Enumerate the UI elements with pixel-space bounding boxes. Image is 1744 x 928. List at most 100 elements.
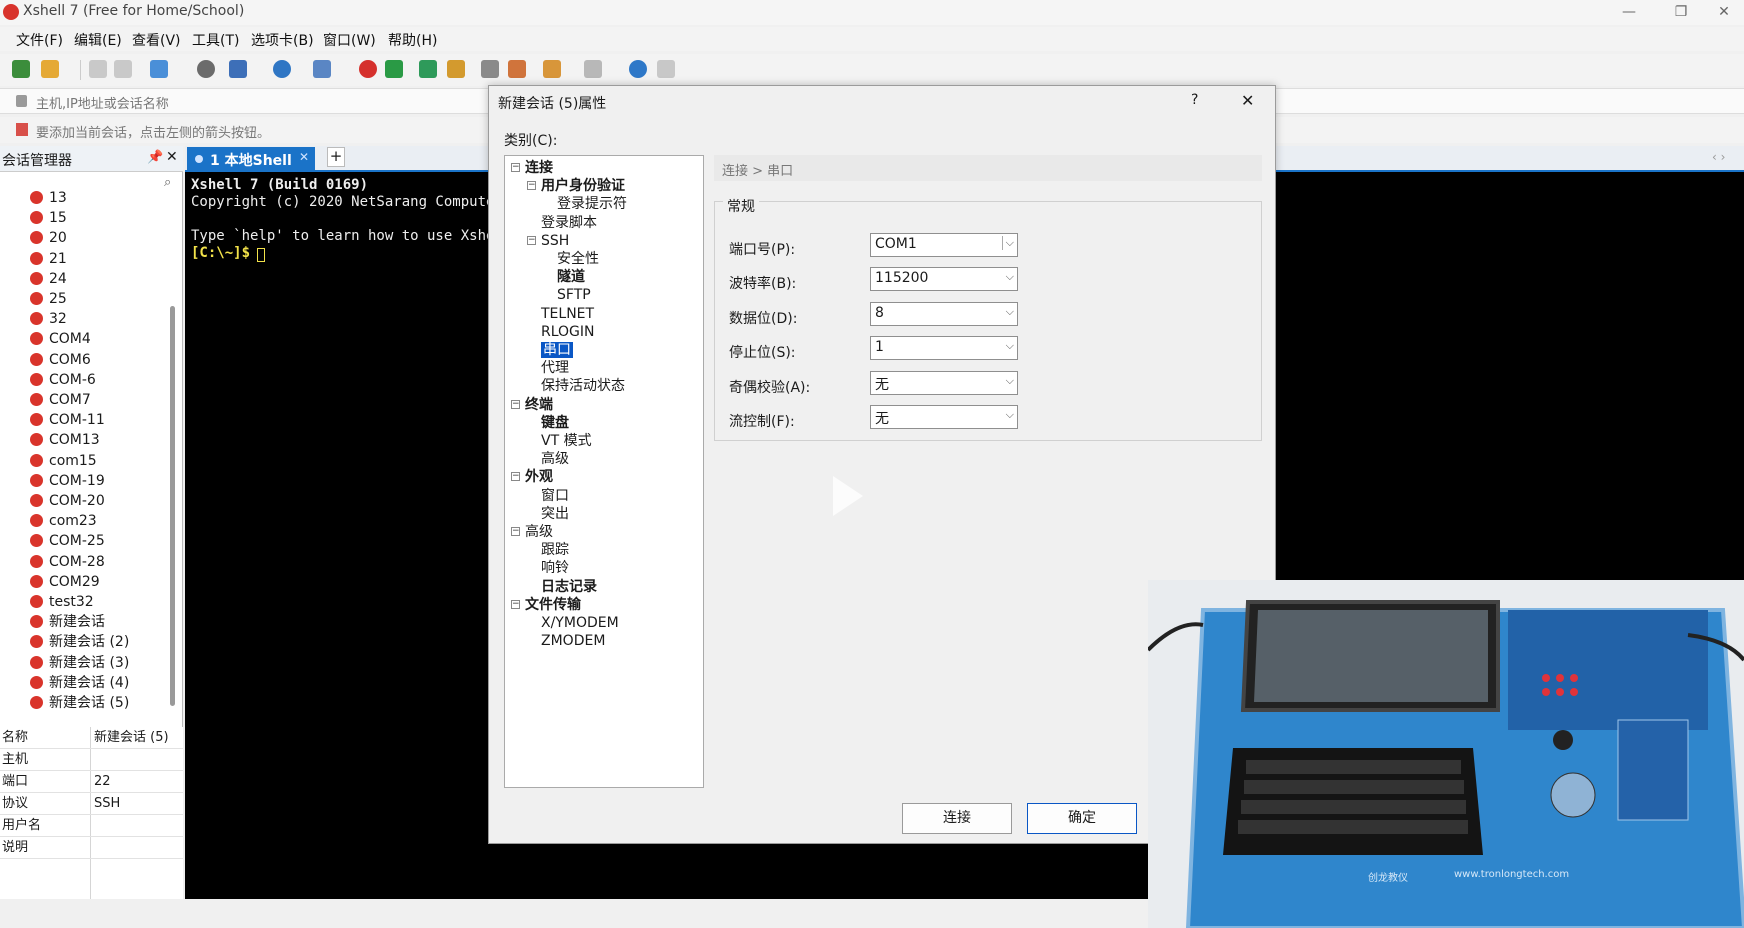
- close-window-button[interactable]: ✕: [1704, 0, 1744, 25]
- stop-bits-select[interactable]: 1 ⌵: [870, 336, 1018, 360]
- session-item[interactable]: 新建会话 (3): [30, 653, 129, 673]
- tree-item[interactable]: 跟踪: [541, 540, 569, 560]
- session-item[interactable]: COM-25: [30, 531, 105, 551]
- session-item[interactable]: COM-11: [30, 410, 105, 430]
- script-icon[interactable]: [508, 60, 526, 78]
- tree-item[interactable]: 高级: [541, 449, 569, 469]
- tree-expander-icon[interactable]: −: [527, 181, 536, 191]
- session-item[interactable]: COM6: [30, 350, 91, 370]
- session-item[interactable]: COM-6: [30, 370, 96, 390]
- session-item[interactable]: 25: [30, 289, 67, 309]
- chat-icon[interactable]: [657, 60, 675, 78]
- session-item[interactable]: 新建会话 (4): [30, 673, 129, 693]
- session-item[interactable]: 13: [30, 188, 67, 208]
- tree-expander-icon[interactable]: −: [511, 599, 520, 609]
- flow-control-select[interactable]: 无 ⌵: [870, 405, 1018, 429]
- help-icon[interactable]: [629, 60, 647, 78]
- tile-icon[interactable]: [584, 60, 602, 78]
- session-item[interactable]: test32: [30, 592, 94, 612]
- tab-close-icon[interactable]: ✕: [299, 150, 309, 164]
- session-item[interactable]: 20: [30, 228, 67, 248]
- tree-item[interactable]: 外观: [525, 467, 553, 487]
- tree-item[interactable]: 连接: [525, 158, 553, 178]
- tree-item[interactable]: 串口: [541, 340, 573, 360]
- find-icon[interactable]: [197, 60, 215, 78]
- pin-icon[interactable]: 📌: [147, 150, 163, 165]
- data-bits-select[interactable]: 8 ⌵: [870, 302, 1018, 326]
- chevron-down-icon[interactable]: ⌵: [1006, 408, 1014, 422]
- fullscreen-icon[interactable]: [419, 60, 437, 78]
- session-item[interactable]: COM-19: [30, 471, 105, 491]
- tree-item[interactable]: 隧道: [557, 267, 585, 287]
- tree-item[interactable]: SFTP: [557, 285, 591, 305]
- tree-item[interactable]: 用户身份验证: [541, 176, 625, 196]
- menu-tools[interactable]: 工具(T): [192, 30, 239, 50]
- tree-item[interactable]: 安全性: [557, 249, 599, 269]
- tree-expander-icon[interactable]: −: [511, 163, 520, 172]
- close-panel-icon[interactable]: ✕: [166, 149, 178, 165]
- lock-icon[interactable]: [447, 60, 465, 78]
- xftp-icon[interactable]: [385, 60, 403, 78]
- scrollbar[interactable]: [170, 306, 175, 706]
- keyboard-icon[interactable]: [481, 60, 499, 78]
- chevron-down-icon[interactable]: ⌵: [1006, 339, 1014, 353]
- menu-file[interactable]: 文件(F): [16, 30, 63, 50]
- font-icon[interactable]: [313, 60, 331, 78]
- session-item[interactable]: 15: [30, 208, 67, 228]
- tree-item[interactable]: TELNET: [541, 304, 594, 324]
- tree-item[interactable]: X/YMODEM: [541, 613, 619, 633]
- tree-item[interactable]: 登录脚本: [541, 213, 597, 233]
- tree-item[interactable]: 代理: [541, 358, 569, 378]
- parity-select[interactable]: 无 ⌵: [870, 371, 1018, 395]
- bookmark-arrow-icon[interactable]: [16, 123, 28, 136]
- menu-view[interactable]: 查看(V): [132, 30, 181, 50]
- session-item[interactable]: 新建会话: [30, 612, 105, 632]
- baud-rate-select[interactable]: 115200 ⌵: [870, 267, 1018, 291]
- session-item[interactable]: 21: [30, 249, 67, 269]
- tree-item[interactable]: ZMODEM: [541, 631, 605, 651]
- tab-scroll-arrows[interactable]: ‹ ›: [1712, 150, 1725, 164]
- tree-item[interactable]: 窗口: [541, 486, 569, 506]
- globe-icon[interactable]: [273, 60, 291, 78]
- tree-expander-icon[interactable]: −: [511, 399, 520, 409]
- compose-icon[interactable]: [543, 60, 561, 78]
- chevron-down-icon[interactable]: ⌵: [1006, 305, 1014, 319]
- menu-tabs[interactable]: 选项卡(B): [251, 30, 314, 50]
- open-folder-icon[interactable]: [41, 60, 59, 78]
- tree-item[interactable]: 响铃: [541, 558, 569, 578]
- search-icon[interactable]: ⌕: [164, 175, 171, 190]
- properties-icon[interactable]: [150, 60, 168, 78]
- new-session-icon[interactable]: [12, 60, 30, 78]
- tree-item[interactable]: 登录提示符: [557, 194, 627, 214]
- address-input[interactable]: 主机,IP地址或会话名称: [36, 93, 169, 112]
- menu-help[interactable]: 帮助(H): [388, 30, 437, 50]
- session-item[interactable]: 新建会话 (5): [30, 693, 129, 713]
- tree-item[interactable]: 日志记录: [541, 577, 597, 597]
- minimize-button[interactable]: —: [1609, 0, 1649, 25]
- session-item[interactable]: COM13: [30, 430, 100, 450]
- tab-local-shell[interactable]: 1 本地Shell ✕: [187, 147, 315, 172]
- session-item[interactable]: 24: [30, 269, 67, 289]
- session-item[interactable]: com15: [30, 451, 97, 471]
- port-select[interactable]: COM1 ⌵: [870, 233, 1018, 257]
- tree-item[interactable]: SSH: [541, 231, 569, 251]
- dialog-help-button[interactable]: ?: [1191, 92, 1198, 108]
- tree-item[interactable]: RLOGIN: [541, 322, 595, 342]
- tree-item[interactable]: 高级: [525, 522, 553, 542]
- session-item[interactable]: COM-28: [30, 552, 105, 572]
- chevron-down-icon[interactable]: ⌵: [1006, 270, 1014, 284]
- session-item[interactable]: COM4: [30, 329, 91, 349]
- chevron-down-icon[interactable]: ⌵: [1006, 374, 1014, 388]
- connect-icon[interactable]: [89, 60, 107, 78]
- tree-item[interactable]: 终端: [525, 395, 553, 415]
- tree-expander-icon[interactable]: −: [511, 527, 520, 536]
- ok-button[interactable]: 确定: [1027, 803, 1137, 834]
- session-item[interactable]: COM-20: [30, 491, 105, 511]
- tree-item[interactable]: 文件传输: [525, 595, 581, 615]
- tree-expander-icon[interactable]: −: [527, 235, 536, 245]
- tree-item[interactable]: VT 模式: [541, 431, 592, 451]
- disconnect-icon[interactable]: [114, 60, 132, 78]
- tree-item[interactable]: 保持活动状态: [541, 376, 625, 396]
- session-item[interactable]: com23: [30, 511, 97, 531]
- tree-expander-icon[interactable]: −: [511, 472, 520, 482]
